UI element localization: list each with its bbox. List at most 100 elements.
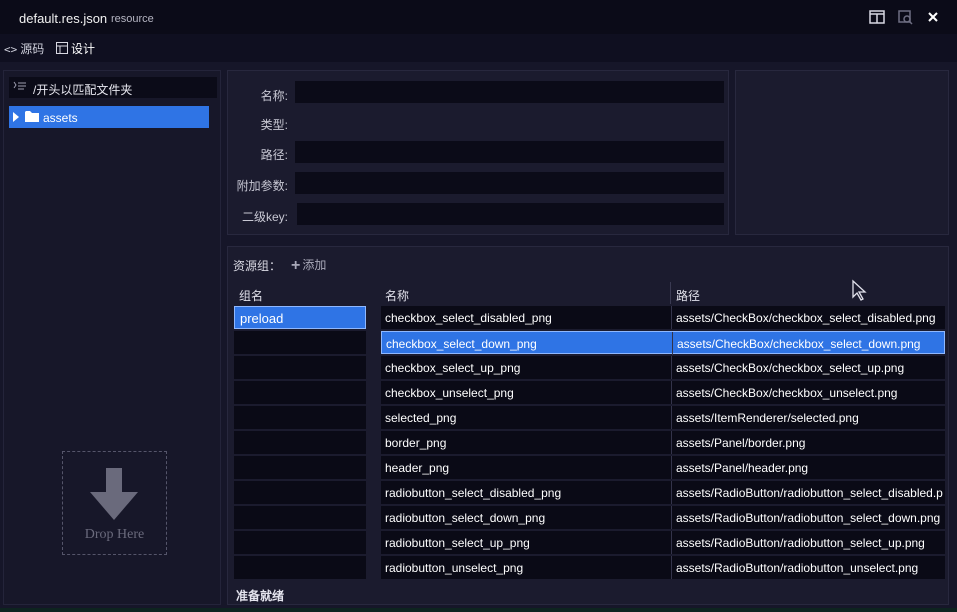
resource-path: assets/CheckBox/checkbox_select_disabled…: [676, 311, 936, 325]
group-row-empty[interactable]: [234, 431, 366, 454]
folder-icon: [25, 111, 39, 122]
resource-row[interactable]: radiobutton_select_up_png assets/RadioBut…: [381, 531, 945, 554]
bottom-border: [0, 608, 957, 612]
resource-path-cell: assets/RadioButton/radiobutton_unselect.…: [671, 556, 945, 579]
subkey-label: 二级key:: [241, 210, 288, 224]
resource-path: assets/CheckBox/checkbox_select_down.png: [677, 337, 921, 351]
plus-icon: +: [291, 257, 301, 274]
group-row-empty[interactable]: [234, 356, 366, 379]
resource-path-cell: assets/CheckBox/checkbox_select_down.png: [672, 332, 946, 355]
pin-icon[interactable]: [896, 8, 914, 26]
group-row-empty[interactable]: [234, 331, 366, 354]
resource-row[interactable]: radiobutton_select_down_png assets/RadioB…: [381, 506, 945, 529]
resource-name: radiobutton_unselect_png: [385, 561, 524, 575]
tree-filter-input[interactable]: /开头以匹配文件夹: [9, 77, 217, 98]
resource-name: checkbox_select_disabled_png: [385, 311, 552, 325]
group-row-empty[interactable]: [234, 506, 366, 529]
resource-path: assets/CheckBox/checkbox_unselect.png: [676, 386, 898, 400]
add-group-label: 添加: [302, 258, 327, 272]
group-row-empty[interactable]: [234, 531, 366, 554]
resource-name: selected_png: [385, 411, 457, 425]
resource-path: assets/Panel/header.png: [676, 461, 809, 475]
params-label: 附加参数:: [236, 179, 288, 193]
window-title: default.res.json: [19, 11, 108, 26]
title-bar: default.res.json resource: [0, 0, 957, 34]
resource-properties-panel: 名称: 类型: 路径: 附加参数: 二级key:: [227, 70, 729, 235]
resource-name: border_png: [385, 436, 447, 450]
filter-text: /开头以匹配文件夹: [33, 83, 133, 97]
down-arrow-icon: [90, 468, 138, 520]
resource-path: assets/ItemRenderer/selected.png: [676, 411, 859, 425]
resource-name: radiobutton_select_down_png: [385, 511, 546, 525]
resource-row[interactable]: checkbox_select_disabled_png assets/Check…: [381, 306, 945, 329]
resource-path: assets/RadioButton/radiobutton_select_do…: [676, 511, 941, 525]
tab-source[interactable]: <> 源码: [4, 40, 44, 57]
drop-zone-label: Drop Here: [84, 527, 145, 542]
group-name: preload: [240, 311, 284, 326]
resource-tree-panel: /开头以匹配文件夹 assets Drop Here: [3, 70, 221, 605]
status-text: 准备就绪: [236, 589, 285, 603]
params-field[interactable]: [295, 172, 724, 194]
window-subtitle: resource: [111, 13, 154, 25]
mouse-cursor-icon: [852, 279, 867, 301]
resource-path-cell: assets/RadioButton/radiobutton_select_up…: [671, 531, 945, 554]
resource-path-cell: assets/CheckBox/checkbox_select_up.png: [671, 356, 945, 379]
resource-row[interactable]: checkbox_unselect_png assets/CheckBox/che…: [381, 381, 945, 404]
expand-arrow-icon[interactable]: [13, 112, 19, 122]
group-row-empty[interactable]: [234, 556, 366, 579]
close-icon[interactable]: [924, 8, 942, 26]
resource-path: assets/RadioButton/radiobutton_select_di…: [676, 486, 943, 500]
column-divider[interactable]: [670, 282, 671, 304]
code-icon: <>: [4, 43, 18, 56]
group-row-empty[interactable]: [234, 456, 366, 479]
resource-path: assets/RadioButton/radiobutton_select_up…: [676, 536, 925, 550]
path-label: 路径:: [260, 148, 288, 162]
add-group-button[interactable]: + 添加: [291, 256, 326, 274]
resource-name: radiobutton_select_up_png: [385, 536, 530, 550]
preview-panel: [735, 70, 949, 235]
tree-item-assets[interactable]: assets: [9, 106, 209, 128]
resource-row[interactable]: radiobutton_unselect_png assets/RadioButt…: [381, 556, 945, 579]
drop-zone[interactable]: Drop Here: [62, 451, 167, 555]
filter-icon[interactable]: [12, 80, 27, 93]
name-field[interactable]: [295, 81, 724, 103]
group-title: 资源组：: [233, 259, 282, 273]
resource-row[interactable]: selected_png assets/ItemRenderer/selected…: [381, 406, 945, 429]
resource-path: assets/Panel/border.png: [676, 436, 806, 450]
resource-path-cell: assets/Panel/border.png: [671, 431, 945, 454]
path-field[interactable]: [295, 141, 724, 163]
tab-source-label: 源码: [20, 42, 45, 56]
group-name-header: 组名: [239, 289, 264, 303]
resource-row[interactable]: border_png assets/Panel/border.png: [381, 431, 945, 454]
resource-name: header_png: [385, 461, 450, 475]
resource-row[interactable]: checkbox_select_up_png assets/CheckBox/ch…: [381, 356, 945, 379]
resource-path-cell: assets/RadioButton/radiobutton_select_do…: [671, 506, 945, 529]
tab-design[interactable]: 设计: [56, 40, 95, 57]
group-row-empty[interactable]: [234, 481, 366, 504]
mode-tabs: <> 源码 设计: [0, 34, 957, 62]
split-view-icon[interactable]: [868, 8, 886, 26]
tab-design-label: 设计: [71, 42, 96, 56]
resource-row[interactable]: radiobutton_select_disabled_png assets/Ra…: [381, 481, 945, 504]
resource-name: checkbox_select_up_png: [385, 361, 521, 375]
tree-item-label: assets: [43, 111, 78, 125]
group-row-empty[interactable]: [234, 381, 366, 404]
resource-path-cell: assets/Panel/header.png: [671, 456, 945, 479]
type-label: 类型:: [260, 118, 288, 132]
resource-row[interactable]: header_png assets/Panel/header.png: [381, 456, 945, 479]
resource-name: radiobutton_select_disabled_png: [385, 486, 562, 500]
group-row-empty[interactable]: [234, 406, 366, 429]
resource-row[interactable]: checkbox_select_down_png assets/CheckBox/…: [381, 331, 946, 355]
resource-path-cell: assets/RadioButton/radiobutton_select_di…: [671, 481, 945, 504]
subkey-field[interactable]: [297, 203, 724, 225]
layout-icon: [56, 42, 68, 54]
resource-path: assets/CheckBox/checkbox_select_up.png: [676, 361, 905, 375]
resource-path-header[interactable]: 路径: [676, 287, 700, 304]
resource-path-cell: assets/CheckBox/checkbox_unselect.png: [671, 381, 945, 404]
resource-group-panel: 资源组： + 添加 组名 名称 路径 preload checkbox_selec…: [227, 246, 949, 605]
resource-path-cell: assets/CheckBox/checkbox_select_disabled…: [671, 306, 945, 329]
group-row[interactable]: preload: [234, 306, 366, 329]
resource-name: checkbox_select_down_png: [386, 337, 537, 351]
resource-name: checkbox_unselect_png: [385, 386, 514, 400]
resource-name-header[interactable]: 名称: [385, 287, 409, 304]
